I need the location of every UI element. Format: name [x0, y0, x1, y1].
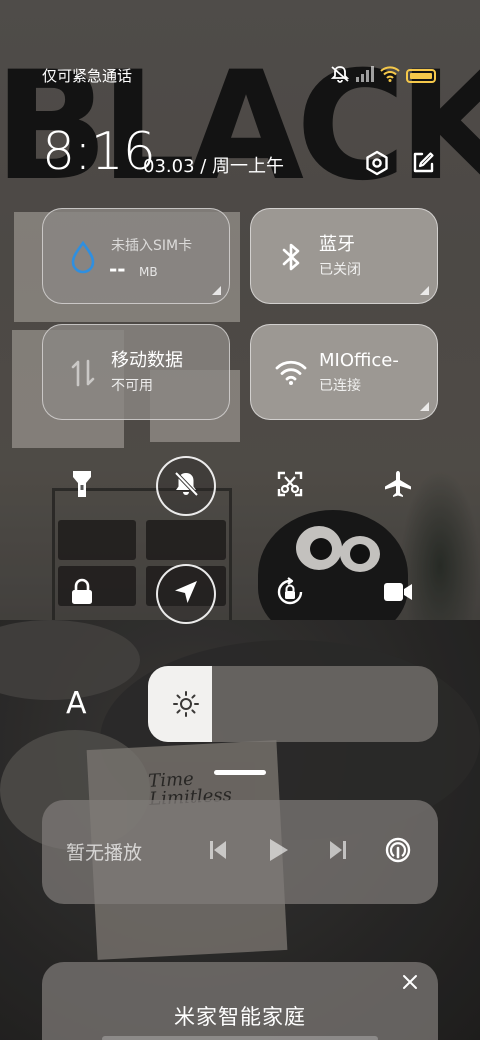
next-icon	[328, 839, 348, 865]
wifi-icon	[380, 66, 400, 86]
smart-home-title: 米家智能家庭	[174, 1005, 306, 1029]
location-arrow-icon	[172, 578, 200, 610]
cast-icon	[384, 836, 412, 868]
bluetooth-tile[interactable]: 蓝牙 已关闭	[250, 208, 438, 304]
flashlight-icon	[71, 469, 93, 503]
wifi-icon	[273, 355, 309, 391]
close-button[interactable]	[398, 972, 422, 996]
sun-icon	[172, 690, 200, 718]
bell-off-icon	[171, 469, 201, 503]
mobile-data-status: 不可用	[111, 378, 153, 394]
status-icons	[330, 66, 436, 86]
previous-button[interactable]	[202, 836, 234, 868]
bluetooth-icon	[273, 239, 309, 275]
mute-toggle[interactable]	[156, 456, 216, 516]
data-usage-tile[interactable]: 未插入SIM卡 -- MB	[42, 208, 230, 304]
mobile-data-tile[interactable]: 移动数据 不可用	[42, 324, 230, 420]
data-usage-unit: MB	[139, 265, 158, 279]
expand-corner-icon	[420, 402, 429, 411]
play-icon	[267, 837, 289, 867]
brightness-slider[interactable]	[148, 666, 438, 742]
cast-button[interactable]	[382, 836, 414, 868]
lock-toggle[interactable]	[52, 564, 112, 624]
airplane-toggle[interactable]	[368, 456, 428, 516]
expand-corner-icon	[212, 286, 221, 295]
media-player-card[interactable]: 暂无播放	[42, 800, 438, 904]
auto-brightness-button[interactable]: A	[66, 686, 87, 722]
bluetooth-status: 已关闭	[319, 262, 361, 278]
next-button[interactable]	[322, 836, 354, 868]
mute-icon	[330, 65, 350, 87]
rotation-lock-icon	[274, 576, 306, 612]
data-usage-value: --	[109, 257, 126, 281]
scissors-icon	[275, 469, 305, 503]
wifi-status: 已连接	[319, 378, 361, 394]
smart-home-card[interactable]: 米家智能家庭	[42, 962, 438, 1040]
drag-handle[interactable]	[214, 770, 266, 775]
edit-icon	[410, 150, 436, 180]
expand-corner-icon	[420, 286, 429, 295]
settings-icon	[364, 150, 390, 180]
settings-button[interactable]	[362, 150, 392, 180]
previous-icon	[208, 839, 228, 865]
rotation-lock-toggle[interactable]	[260, 564, 320, 624]
data-arrows-icon	[65, 355, 101, 391]
clock-date: 03.03 / 周一上午	[143, 156, 285, 177]
screen-record-toggle[interactable]	[368, 564, 428, 624]
close-icon	[402, 974, 418, 994]
wifi-tile[interactable]: MIOffice- 已连接	[250, 324, 438, 420]
location-toggle[interactable]	[156, 564, 216, 624]
signal-icon	[356, 66, 374, 86]
carrier-text: 仅可紧急通话	[42, 67, 133, 85]
water-drop-icon	[65, 239, 101, 275]
smart-home-subtitle-placeholder	[102, 1036, 378, 1040]
data-usage-label: 未插入SIM卡	[111, 238, 193, 254]
wifi-label: MIOffice-	[319, 350, 399, 371]
screenshot-toggle[interactable]	[260, 456, 320, 516]
flashlight-toggle[interactable]	[52, 456, 112, 516]
clock-time[interactable]: 8:16	[42, 122, 156, 182]
bluetooth-label: 蓝牙	[319, 234, 355, 255]
play-button[interactable]	[262, 836, 294, 868]
edit-button[interactable]	[408, 150, 438, 180]
video-camera-icon	[383, 581, 413, 607]
battery-icon	[406, 69, 436, 83]
lock-icon	[70, 578, 94, 610]
media-status-label: 暂无播放	[66, 842, 143, 864]
airplane-icon	[383, 469, 413, 503]
mobile-data-label: 移动数据	[111, 350, 183, 371]
